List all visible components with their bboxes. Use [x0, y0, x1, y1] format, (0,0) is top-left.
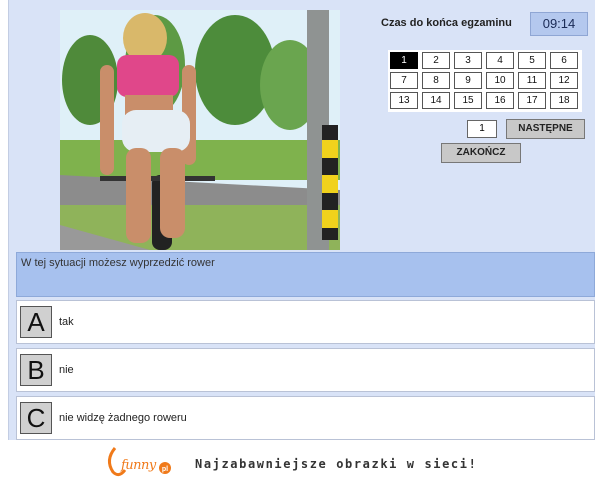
- question-number-input[interactable]: 1: [467, 120, 497, 138]
- question-number-9[interactable]: 9: [454, 72, 482, 89]
- question-number-grid: 1 2 3 4 5 6 7 8 9 10 11 12 13 14 15 16 17 18: [388, 50, 582, 112]
- question-number-13[interactable]: 13: [390, 92, 418, 109]
- question-text: W tej sytuacji możesz wyprzedzić rower: [16, 252, 595, 297]
- answer-letter: B: [20, 354, 52, 386]
- answer-letter: C: [20, 402, 52, 434]
- question-photo: [60, 10, 340, 250]
- question-number-12[interactable]: 12: [550, 72, 578, 89]
- question-photo-illustration: [60, 10, 340, 250]
- answer-letter: A: [20, 306, 52, 338]
- site-logo[interactable]: pl funny: [103, 444, 173, 478]
- logo-text: funny: [121, 458, 156, 473]
- answer-text: tak: [59, 316, 74, 328]
- question-number-2[interactable]: 2: [422, 52, 450, 69]
- question-number-17[interactable]: 17: [518, 92, 546, 109]
- question-number-11[interactable]: 11: [518, 72, 546, 89]
- question-number-10[interactable]: 10: [486, 72, 514, 89]
- answer-option-b[interactable]: B nie: [16, 348, 595, 392]
- question-number-6[interactable]: 6: [550, 52, 578, 69]
- timer-value: 09:14: [530, 12, 588, 36]
- finish-button[interactable]: ZAKOŃCZ: [441, 143, 521, 163]
- question-number-14[interactable]: 14: [422, 92, 450, 109]
- answer-option-c[interactable]: C nie widzę żadnego roweru: [16, 396, 595, 440]
- footer-slogan: Najzabawniejsze obrazki w sieci!: [195, 457, 478, 471]
- next-button[interactable]: NASTĘPNE: [506, 119, 585, 139]
- question-number-7[interactable]: 7: [390, 72, 418, 89]
- question-number-3[interactable]: 3: [454, 52, 482, 69]
- footer: pl funny Najzabawniejsze obrazki w sieci…: [0, 440, 595, 484]
- answer-option-a[interactable]: A tak: [16, 300, 595, 344]
- logo-badge: pl: [162, 466, 168, 473]
- question-number-8[interactable]: 8: [422, 72, 450, 89]
- question-number-16[interactable]: 16: [486, 92, 514, 109]
- answer-text: nie widzę żadnego roweru: [59, 412, 187, 424]
- question-number-15[interactable]: 15: [454, 92, 482, 109]
- question-number-18[interactable]: 18: [550, 92, 578, 109]
- question-number-4[interactable]: 4: [486, 52, 514, 69]
- timer-label: Czas do końca egzaminu: [381, 17, 512, 29]
- answer-text: nie: [59, 364, 74, 376]
- question-number-5[interactable]: 5: [518, 52, 546, 69]
- question-number-1[interactable]: 1: [390, 52, 418, 69]
